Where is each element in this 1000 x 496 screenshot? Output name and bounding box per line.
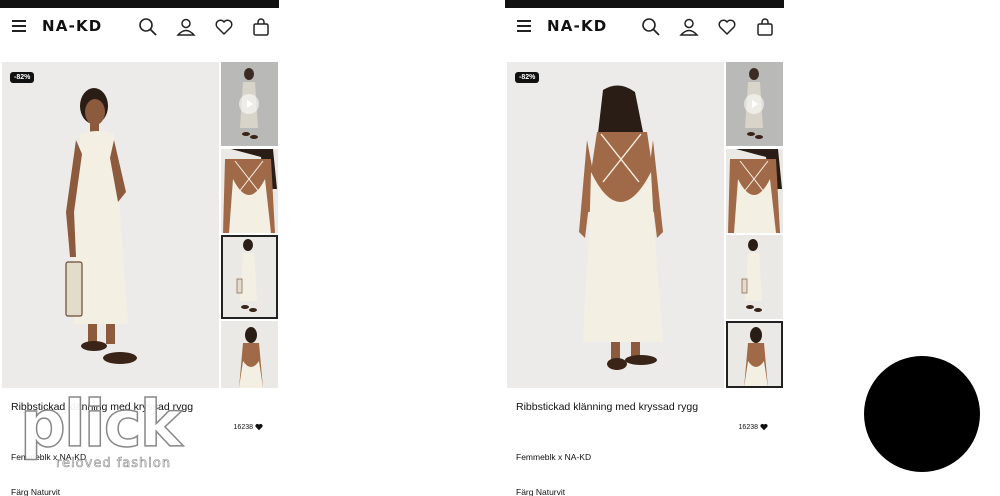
thumbnail-video[interactable] xyxy=(221,62,278,146)
search-icon[interactable] xyxy=(641,17,661,37)
model-front-illustration xyxy=(2,62,219,388)
thumbnail-video[interactable] xyxy=(726,62,783,146)
model-back-illustration xyxy=(507,62,724,388)
heart-filled-icon xyxy=(760,423,768,431)
thumbnail-back-selected[interactable] xyxy=(726,321,783,388)
heart-filled-icon xyxy=(255,423,263,431)
site-header: NA-KD xyxy=(0,8,279,46)
product-screen-right: NA-KD -82% Ribbstickad klänning med krys… xyxy=(505,0,784,496)
plick-watermark: plick reloved fashion xyxy=(19,388,190,474)
search-icon[interactable] xyxy=(138,17,158,37)
product-title: Ribbstickad klänning med kryssad rygg xyxy=(516,401,699,413)
thumbnail-image xyxy=(239,327,263,388)
bag-icon[interactable] xyxy=(251,17,271,37)
play-icon[interactable] xyxy=(744,94,764,114)
thumbnail-back[interactable] xyxy=(221,321,278,388)
likes-number: 16238 xyxy=(233,423,253,431)
thumbnail-image xyxy=(744,327,768,388)
account-icon[interactable] xyxy=(176,17,196,37)
watermark-tagline: reloved fashion xyxy=(56,456,172,472)
discount-badge: -82% xyxy=(515,72,540,83)
heart-icon[interactable] xyxy=(214,17,234,37)
status-bar xyxy=(0,0,279,8)
thumbnail-image xyxy=(728,149,782,233)
thumbnail-side[interactable] xyxy=(726,235,783,319)
likes-count[interactable]: 16238 xyxy=(739,423,768,431)
bag-icon[interactable] xyxy=(755,17,775,37)
discount-badge: -82% xyxy=(10,72,35,83)
account-icon[interactable] xyxy=(679,17,699,37)
menu-icon[interactable] xyxy=(12,20,26,32)
product-main-image[interactable]: -82% xyxy=(2,62,219,388)
product-color: Färg Naturvit xyxy=(11,487,61,496)
thumbnail-back-closeup[interactable] xyxy=(221,149,278,233)
thumbnail-image xyxy=(223,149,277,233)
thumbnail-image xyxy=(741,239,762,312)
likes-number: 16238 xyxy=(738,423,758,431)
site-logo[interactable]: NA-KD xyxy=(547,17,607,35)
heart-icon[interactable] xyxy=(717,17,737,37)
status-bar xyxy=(505,0,784,8)
black-circle-overlay xyxy=(864,356,980,472)
site-logo[interactable]: NA-KD xyxy=(42,17,102,35)
menu-icon[interactable] xyxy=(517,20,531,32)
thumbnail-back-closeup[interactable] xyxy=(726,149,783,233)
product-color: Färg Naturvit xyxy=(516,487,566,496)
product-main-image[interactable]: -82% xyxy=(507,62,724,388)
thumbnail-image xyxy=(236,239,257,312)
site-header: NA-KD xyxy=(505,8,784,46)
product-brand[interactable]: Femmeblk x NA-KD xyxy=(516,452,591,462)
watermark-logo: plick xyxy=(19,388,183,462)
play-icon[interactable] xyxy=(239,94,259,114)
thumbnail-side-selected[interactable] xyxy=(221,235,278,319)
likes-count[interactable]: 16238 xyxy=(234,423,263,431)
product-screen-left: NA-KD -82% Ribbstickad klänning med krys… xyxy=(0,0,279,496)
